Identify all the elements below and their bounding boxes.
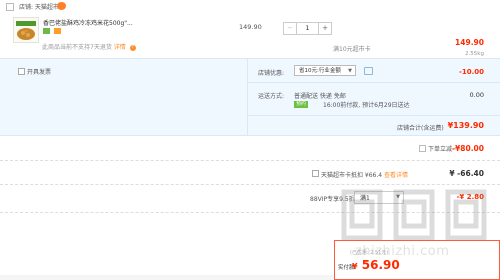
- invoice-label: 开具发票: [27, 69, 52, 76]
- store-header: 店铺: 天猫超市: [0, 0, 500, 15]
- order-discount-value: -¥80.00: [451, 144, 484, 153]
- invoice-checkbox[interactable]: [18, 68, 25, 75]
- stepper-note: 满10元超市卡: [333, 46, 371, 53]
- line-total: 149.90: [455, 38, 484, 47]
- market-card-row: 天猫超市卡抵扣 ¥66.4 查看详情: [321, 170, 408, 179]
- shipping-label: 运送方式:: [258, 93, 285, 100]
- shipping-eta: 16:00前付款, 预计6月29日送达: [323, 102, 410, 109]
- badge-row: [43, 28, 63, 36]
- store-checkbox[interactable]: [6, 3, 14, 11]
- currency-symbol: ¥: [352, 262, 358, 271]
- market-card-value: ¥ -66.40: [449, 169, 484, 178]
- store-promo-label: 店铺优惠:: [258, 70, 285, 77]
- panel-divider: [247, 82, 500, 83]
- final-payment-value: ¥ 56.90: [352, 258, 400, 272]
- message-icon[interactable]: [364, 67, 373, 75]
- shipping-tag: 预约: [294, 101, 309, 108]
- divider: [0, 184, 500, 185]
- chevron-down-icon: ▼: [348, 68, 352, 74]
- final-amount: 56.90: [361, 258, 400, 272]
- market-card-link[interactable]: 查看详情: [384, 172, 408, 179]
- panel-divider: [247, 115, 500, 116]
- product-thumbnail[interactable]: [13, 17, 39, 43]
- return-policy-note: 此商品当前不支持7天退货 详情 ?: [42, 42, 136, 51]
- decrease-button[interactable]: −: [284, 23, 297, 34]
- watermark-url: zhizhizhi.com: [355, 244, 450, 259]
- store-promo-value: -10.00: [458, 68, 484, 76]
- return-policy-link[interactable]: 详情: [114, 44, 126, 51]
- store-promo-selected: 省10元:行业金额: [299, 68, 341, 74]
- chat-icon[interactable]: [57, 2, 66, 10]
- order-options-panel: 开具发票 店铺优惠: 省10元:行业金额 ▼ -10.00 运送方式: 普通配送…: [0, 58, 500, 136]
- shipping-methods: 普通配送 快递 免邮: [294, 93, 346, 100]
- service-badge-icon: [43, 28, 50, 34]
- unit-price: 149.90: [239, 23, 262, 31]
- shipping-value: 0.00: [469, 91, 484, 99]
- store-subtotal-label: 店铺合计(含运费): [397, 125, 444, 132]
- increase-button[interactable]: +: [318, 23, 331, 34]
- quantity-stepper: − 1 +: [283, 22, 332, 35]
- checkout-page: 店铺: 天猫超市 香巴佬盐酥鸡冷冻鸡米花500g"... 此商品当前不支持7天退…: [0, 0, 500, 280]
- watermark-logo: [341, 189, 487, 241]
- item-weight: 2.55kg: [465, 51, 484, 57]
- order-discount-label: 下单立减: [428, 146, 453, 153]
- help-icon[interactable]: ?: [129, 44, 136, 51]
- quantity-input[interactable]: 1: [297, 23, 318, 34]
- market-card-checkbox[interactable]: [312, 170, 319, 177]
- store-promo-select[interactable]: 省10元:行业金额 ▼: [294, 65, 356, 76]
- order-discount-checkbox[interactable]: [419, 145, 426, 152]
- return-policy-text: 此商品当前不支持7天退货: [42, 44, 112, 51]
- store-subtotal-value: ¥139.90: [447, 121, 484, 130]
- market-card-label: 天猫超市卡抵扣 ¥66.4: [321, 172, 383, 179]
- service-badge-icon: [53, 28, 61, 34]
- store-label: 店铺: 天猫超市: [19, 4, 59, 11]
- product-title[interactable]: 香巴佬盐酥鸡冷冻鸡米花500g"...: [43, 18, 133, 27]
- panel-divider: [247, 59, 248, 135]
- divider: [0, 160, 500, 161]
- cart-item: 香巴佬盐酥鸡冷冻鸡米花500g"... 此商品当前不支持7天退货 详情 ? 14…: [0, 14, 500, 57]
